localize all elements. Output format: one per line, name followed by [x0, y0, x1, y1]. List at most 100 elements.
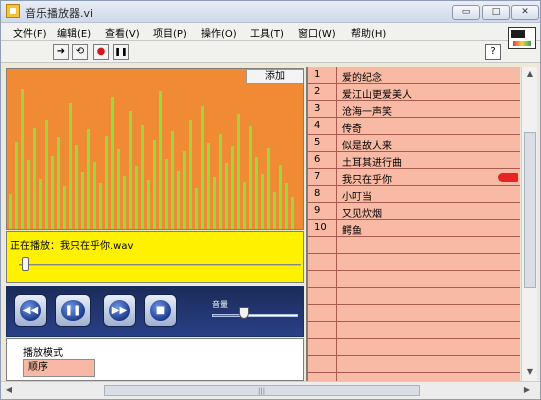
play-mode-panel: 播放模式 顺序 [6, 338, 304, 381]
scroll-left-icon[interactable]: ◀ [3, 385, 15, 396]
playlist-row[interactable]: 3 沧海一声笑 [308, 101, 520, 118]
playlist-row[interactable] [308, 339, 520, 356]
playlist-table[interactable]: 1 爱的纪念 2 爱江山更爱美人 3 沧海一声笑 4 传奇 5 似是故人来 6 土耳其进行曲 7 我只在乎… [306, 67, 520, 381]
spectrum-bar [111, 97, 114, 229]
run-arrow-icon[interactable]: ➜ [53, 44, 69, 60]
close-button[interactable]: ✕ [511, 5, 539, 20]
playlist-row[interactable]: 4 传奇 [308, 118, 520, 135]
playlist-title: 小叮当 [342, 192, 372, 203]
spectrum-bar [183, 151, 186, 229]
playlist-row[interactable]: 9 又见炊烟 [308, 203, 520, 220]
playlist-row[interactable] [308, 322, 520, 339]
scroll-down-icon[interactable]: ▼ [525, 367, 535, 377]
spectrum-bar [267, 148, 270, 229]
spectrum-bar [9, 194, 12, 229]
menu-view[interactable]: 查看(V) [105, 25, 140, 40]
spectrum-bar [45, 120, 48, 229]
spectrum-bar [21, 89, 24, 229]
menu-edit[interactable]: 编辑(E) [57, 25, 91, 40]
playlist-number: 4 [314, 120, 321, 131]
playlist-number: 6 [314, 154, 321, 165]
spectrum-bar [225, 163, 228, 229]
labview-window: 音乐播放器.vi ▭ □ ✕ 文件(F) 编辑(E) 查看(V) 项目(P) 操… [0, 0, 541, 400]
spectrum-bar [147, 180, 150, 229]
spectrum-bar [51, 156, 54, 229]
minimize-button[interactable]: ▭ [452, 5, 480, 20]
spectrum-bar [189, 120, 192, 229]
progress-track[interactable] [19, 264, 301, 266]
playlist-row[interactable]: 2 爱江山更爱美人 [308, 84, 520, 101]
volume-thumb[interactable] [238, 307, 249, 319]
spectrum-bar [201, 106, 204, 229]
playlist-row[interactable]: 5 似是故人来 [308, 135, 520, 152]
playlist-title: 沧海一声笑 [342, 107, 392, 118]
spectrum-bar [291, 197, 294, 229]
scroll-up-icon[interactable]: ▲ [525, 69, 535, 79]
horizontal-scrollbar-thumb[interactable]: ||| [104, 385, 420, 396]
play-mode-label: 播放模式 [23, 348, 63, 359]
playlist-row[interactable] [308, 237, 520, 254]
menu-tools[interactable]: 工具(T) [250, 25, 284, 40]
playlist-number: 1 [314, 69, 321, 80]
rewind-button[interactable]: ◀◀ [14, 294, 47, 327]
playlist-row[interactable]: 6 土耳其进行曲 [308, 152, 520, 169]
playlist-title: 似是故人来 [342, 141, 392, 152]
spectrum-bar [153, 140, 156, 229]
playlist-row[interactable]: 7 我只在乎你 [308, 169, 520, 186]
pause-icon[interactable]: ❚❚ [113, 44, 129, 60]
menu-operate[interactable]: 操作(O) [201, 25, 237, 40]
vi-connector-icon [508, 27, 536, 49]
playlist-number: 7 [314, 171, 321, 182]
vertical-scrollbar[interactable]: ▲ ▼ [521, 67, 537, 381]
volume-slider[interactable] [212, 314, 298, 317]
playlist-row[interactable]: 8 小叮当 [308, 186, 520, 203]
spectrum-bar [285, 183, 288, 229]
pause-icon: ❚❚ [61, 300, 85, 321]
playlist-title: 土耳其进行曲 [342, 158, 402, 169]
playlist-row[interactable] [308, 271, 520, 288]
spectrum-bar [57, 137, 60, 229]
menu-file[interactable]: 文件(F) [13, 25, 47, 40]
playlist-number: 9 [314, 205, 321, 216]
playlist-row[interactable] [308, 254, 520, 271]
run-continuous-icon[interactable]: ⟲ [72, 44, 88, 60]
horizontal-scrollbar[interactable]: ◀ ||| ▶ [1, 381, 540, 399]
playlist-title: 我只在乎你 [342, 175, 392, 186]
menu-project[interactable]: 项目(P) [153, 25, 187, 40]
spectrum-bar [117, 149, 120, 229]
menu-window[interactable]: 窗口(W) [298, 25, 336, 40]
playlist-row[interactable] [308, 305, 520, 322]
progress-slider-thumb[interactable] [21, 257, 29, 271]
menu-help[interactable]: 帮助(H) [351, 25, 386, 40]
spectrum-bar [63, 186, 66, 229]
scroll-right-icon[interactable]: ▶ [521, 385, 533, 396]
playlist-row[interactable] [308, 356, 520, 373]
spectrum-bar [165, 159, 168, 229]
forward-button[interactable]: ▶▶ [103, 294, 136, 327]
playlist-title: 爱的纪念 [342, 73, 382, 84]
abort-icon[interactable]: ● [93, 44, 109, 60]
vertical-scrollbar-thumb[interactable] [524, 132, 536, 288]
spectrum-bar [15, 142, 18, 229]
playlist-row[interactable] [308, 288, 520, 305]
playlist-row[interactable]: 1 爱的纪念 [308, 67, 520, 84]
title-bar[interactable]: 音乐播放器.vi ▭ □ ✕ [1, 1, 540, 23]
pause-button[interactable]: ❚❚ [55, 294, 91, 327]
stop-icon: ■ [150, 300, 171, 321]
help-button[interactable]: ? [485, 44, 501, 60]
spectrum-bar [261, 174, 264, 229]
spectrum-bar [279, 165, 282, 229]
spectrum-bar [195, 188, 198, 229]
spectrum-bar [273, 192, 276, 229]
spectrum-bar [69, 103, 72, 229]
playlist-row[interactable]: 10 鳄鱼 [308, 220, 520, 237]
spectrum-bar [237, 114, 240, 229]
spectrum-bar [39, 179, 42, 229]
stop-button[interactable]: ■ [144, 294, 177, 327]
add-button[interactable]: 添加 [246, 69, 303, 84]
play-mode-select[interactable]: 顺序 [23, 359, 95, 377]
spectrum-bar [207, 143, 210, 229]
spectrum-bar [75, 145, 78, 229]
playlist-number: 3 [314, 103, 321, 114]
maximize-button[interactable]: □ [482, 5, 510, 20]
